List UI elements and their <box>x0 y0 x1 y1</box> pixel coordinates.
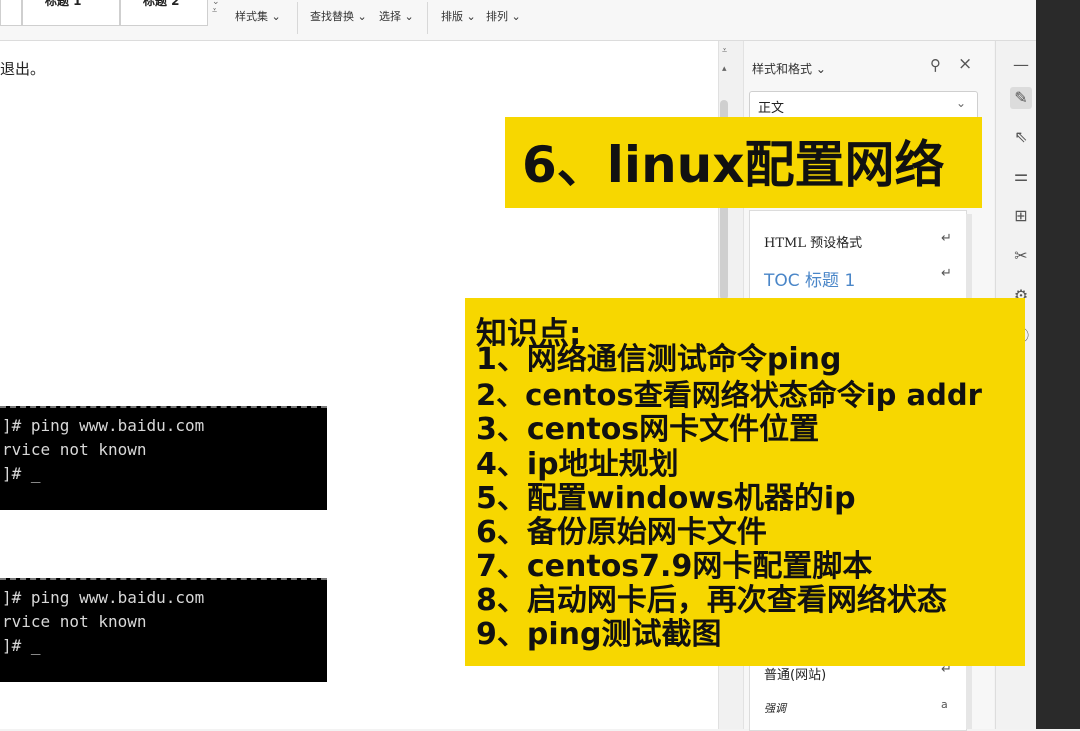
current-style-value: 正文 <box>758 101 785 116</box>
terminal-line: ]# _ <box>2 636 41 655</box>
terminal-line: ]# ping www.baidu.com <box>2 416 205 435</box>
banner-title: 6、linux配置网络 <box>522 136 945 194</box>
layout-button[interactable]: 排版 ⌄ <box>441 8 476 24</box>
style-preview-normal[interactable] <box>0 0 22 26</box>
knowledge-point: 3、centos网卡文件位置 <box>476 412 820 447</box>
shapes-icon[interactable]: ⊞ <box>1010 205 1032 227</box>
window-edge <box>1036 0 1080 729</box>
style-set-button[interactable]: 样式集 ⌄ <box>235 8 281 24</box>
knowledge-point: 2、centos查看网络状态命令ip addr <box>476 378 982 412</box>
knowledge-point: 7、centos7.9网卡配置脚本 <box>476 549 873 584</box>
find-replace-button[interactable]: 查找替换 ⌄ <box>310 8 367 24</box>
split-handle-icon[interactable]: ⩡ <box>722 46 727 56</box>
terminal-line: rvice not known <box>2 440 147 459</box>
pen-icon[interactable]: ✎ <box>1010 87 1032 109</box>
character-style-icon: a <box>941 698 948 711</box>
knowledge-point: 5、配置windows机器的ip <box>476 481 856 516</box>
terminal-screenshot-1: ]# ping www.baidu.com rvice not known ]#… <box>0 406 327 510</box>
cursor-icon[interactable]: ⇖ <box>1010 126 1032 148</box>
style-item-normal-web[interactable]: 普通(网站) <box>764 664 826 683</box>
close-icon[interactable]: × <box>958 54 972 74</box>
select-label: 选择 <box>379 10 401 23</box>
find-replace-label: 查找替换 <box>310 10 354 23</box>
style-scroll-icon[interactable]: ⌄ ⩡ <box>212 0 220 16</box>
style-item-emphasis[interactable]: 强调 <box>764 700 786 716</box>
knowledge-point: 6、备份原始网卡文件 <box>476 515 767 550</box>
knowledge-point: 9、ping测试截图 <box>476 617 722 652</box>
tools-icon[interactable]: ✂ <box>1010 245 1032 267</box>
style-preview-heading2[interactable]: 标题 2 <box>120 0 208 26</box>
terminal-line: ]# ping www.baidu.com <box>2 588 205 607</box>
styles-pane-title[interactable]: 样式和格式 ⌄ <box>752 60 826 77</box>
style-item-html-preformatted[interactable]: HTML 预设格式 <box>764 232 862 251</box>
styles-pane-title-text: 样式和格式 <box>752 62 813 76</box>
document-text-line: 退出。 <box>0 60 46 78</box>
terminal-top-border <box>0 578 327 584</box>
style-heading2-label: 标题 2 <box>143 0 180 8</box>
terminal-screenshot-2: ]# ping www.baidu.com rvice not known ]#… <box>0 578 327 682</box>
style-item-toc-heading1[interactable]: TOC 标题 1 <box>764 266 855 291</box>
sliders-icon[interactable]: ⚌ <box>1010 165 1032 187</box>
knowledge-point: 4、ip地址规划 <box>476 447 679 482</box>
knowledge-point: 8、启动网卡后，再次查看网络状态 <box>476 583 947 618</box>
style-preview-heading1[interactable]: 标题 1 <box>22 0 120 26</box>
ribbon-divider <box>427 2 428 34</box>
terminal-line: rvice not known <box>2 612 147 631</box>
ribbon-toolbar: 标题 1 标题 2 ⌄ ⩡ 样式集 ⌄ 查找替换 ⌄ 选择 ⌄ 排版 ⌄ 排列 ⌄ <box>0 0 1036 41</box>
terminal-top-border <box>0 406 327 412</box>
pin-icon[interactable]: ⚲ <box>930 56 941 74</box>
arrange-button[interactable]: 排列 ⌄ <box>486 8 521 24</box>
scroll-up-icon[interactable]: ▴ <box>722 64 727 74</box>
ribbon-divider <box>297 2 298 34</box>
select-button[interactable]: 选择 ⌄ <box>379 8 414 24</box>
layout-label: 排版 <box>441 10 463 23</box>
paragraph-mark-icon: ↵ <box>941 231 952 246</box>
arrange-label: 排列 <box>486 10 508 23</box>
style-heading1-label: 标题 1 <box>45 0 82 8</box>
minimize-icon[interactable]: — <box>1010 54 1032 76</box>
knowledge-point: 1、网络通信测试命令ping <box>476 342 842 377</box>
terminal-line: ]# _ <box>2 464 41 483</box>
paragraph-mark-icon: ↵ <box>941 266 952 281</box>
style-set-label: 样式集 <box>235 10 268 23</box>
chevron-down-icon: ⌄ <box>956 96 967 110</box>
